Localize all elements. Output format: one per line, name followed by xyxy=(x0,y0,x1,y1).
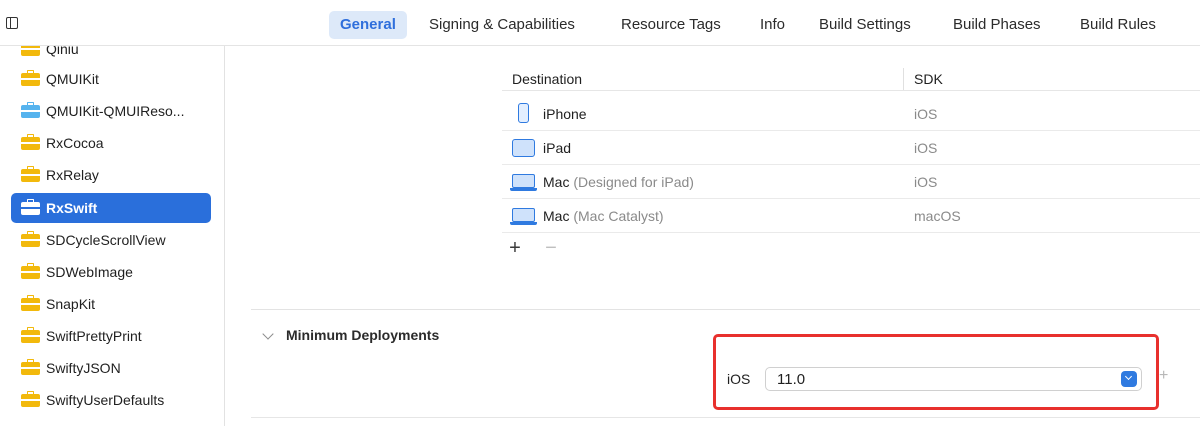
deployment-platform-label: iOS xyxy=(727,371,751,387)
mac-icon xyxy=(512,208,535,222)
package-icon xyxy=(21,327,40,343)
section-divider xyxy=(251,417,1200,418)
package-icon xyxy=(21,199,40,215)
package-icon xyxy=(21,46,40,56)
sidebar-item-qmuikit-resources[interactable]: QMUIKit-QMUIReso... xyxy=(11,96,211,126)
destination-name: Mac (Mac Catalyst) xyxy=(543,208,664,224)
sidebar-item-rxcocoa[interactable]: RxCocoa xyxy=(11,128,211,158)
sidebar-item-swiftyuserdefaults[interactable]: SwiftyUserDefaults xyxy=(11,385,211,415)
sidebar-item-label: Qiniu xyxy=(46,46,79,57)
column-divider xyxy=(903,68,904,90)
sidebar-item-label: RxSwift xyxy=(46,200,98,216)
sidebar-item-label: QMUIKit-QMUIReso... xyxy=(46,103,185,119)
package-icon xyxy=(21,231,40,247)
destination-sdk: iOS xyxy=(914,106,938,122)
add-destination-button[interactable]: + xyxy=(506,238,524,258)
package-icon xyxy=(21,359,40,375)
sidebar-item-swiftprettyprint[interactable]: SwiftPrettyPrint xyxy=(11,321,211,351)
mac-stand-icon xyxy=(510,188,537,191)
package-icon xyxy=(21,134,40,150)
project-tabs: General Signing & Capabilities Resource … xyxy=(0,0,1200,46)
destinations-table-header: Destination SDK xyxy=(502,68,1200,91)
destination-sdk: iOS xyxy=(914,174,938,190)
tab-general[interactable]: General xyxy=(329,11,407,39)
sidebar-item-label: QMUIKit xyxy=(46,71,99,87)
sidebar-item-label: SnapKit xyxy=(46,296,96,312)
destination-name: iPad xyxy=(543,140,572,156)
package-icon xyxy=(21,295,40,311)
sidebar-item-label: SwiftyJSON xyxy=(46,360,121,376)
destination-row-ipad[interactable]: iPad iOS xyxy=(502,131,1200,165)
sidebar-item-sdcyclescrollview[interactable]: SDCycleScrollView xyxy=(11,225,211,255)
sidebar-item-label: SDCycleScrollView xyxy=(46,232,166,248)
editor-tab-bar: General Signing & Capabilities Resource … xyxy=(0,0,1200,46)
sidebar-item-qiniu[interactable]: Qiniu xyxy=(11,46,211,64)
tab-signing-capabilities[interactable]: Signing & Capabilities xyxy=(429,11,575,39)
tab-build-rules[interactable]: Build Rules xyxy=(1080,11,1156,39)
ipad-icon xyxy=(512,139,535,157)
destination-sdk: iOS xyxy=(914,140,938,156)
targets-sidebar: Qiniu QMUIKit QMUIKit-QMUIReso... RxCoco… xyxy=(0,46,225,426)
mac-icon xyxy=(512,174,535,188)
tab-resource-tags[interactable]: Resource Tags xyxy=(621,11,721,39)
destination-row-mac-designed-for-ipad[interactable]: Mac (Designed for iPad) iOS xyxy=(502,165,1200,199)
destination-name: iPhone xyxy=(543,106,587,122)
bundle-icon xyxy=(21,102,40,118)
ios-deployment-version-select[interactable]: 11.0 xyxy=(765,367,1142,391)
tab-build-settings[interactable]: Build Settings xyxy=(819,11,911,39)
package-icon xyxy=(21,70,40,86)
add-deployment-button[interactable]: + xyxy=(1159,367,1168,385)
destination-name: Mac (Designed for iPad) xyxy=(543,174,694,190)
mac-stand-icon xyxy=(510,222,537,225)
general-settings-panel: Destination SDK iPhone iOS iPad iOS Mac … xyxy=(226,46,1200,426)
sidebar-item-label: SwiftPrettyPrint xyxy=(46,328,142,344)
sdk-column-header[interactable]: SDK xyxy=(914,71,943,87)
sidebar-item-qmuikit[interactable]: QMUIKit xyxy=(11,64,211,94)
iphone-icon xyxy=(518,103,529,123)
tab-build-phases[interactable]: Build Phases xyxy=(953,11,1041,39)
sidebar-item-label: RxCocoa xyxy=(46,135,104,151)
sidebar-item-snapkit[interactable]: SnapKit xyxy=(11,289,211,319)
sidebar-item-label: RxRelay xyxy=(46,167,99,183)
minimum-deployments-title[interactable]: Minimum Deployments xyxy=(286,327,439,343)
chevron-down-icon[interactable] xyxy=(262,328,274,340)
sidebar-item-sdwebimage[interactable]: SDWebImage xyxy=(11,257,211,287)
selected-version: 11.0 xyxy=(777,371,806,388)
package-icon xyxy=(21,166,40,182)
package-icon xyxy=(21,263,40,279)
remove-destination-button[interactable]: − xyxy=(542,238,560,258)
destination-row-iphone[interactable]: iPhone iOS xyxy=(502,97,1200,131)
sidebar-item-label: SwiftyUserDefaults xyxy=(46,392,165,408)
package-icon xyxy=(21,391,40,407)
destination-sdk: macOS xyxy=(914,208,961,224)
sidebar-item-rxswift[interactable]: RxSwift xyxy=(11,193,211,223)
sidebar-item-label: SDWebImage xyxy=(46,264,133,280)
section-divider xyxy=(251,309,1200,310)
sidebar-item-swiftyjson[interactable]: SwiftyJSON xyxy=(11,353,211,383)
tab-info[interactable]: Info xyxy=(760,11,785,39)
destination-row-mac-catalyst[interactable]: Mac (Mac Catalyst) macOS xyxy=(502,199,1200,233)
destination-column-header[interactable]: Destination xyxy=(512,71,582,87)
sidebar-item-rxrelay[interactable]: RxRelay xyxy=(11,160,211,190)
chevron-down-icon[interactable] xyxy=(1121,371,1137,387)
